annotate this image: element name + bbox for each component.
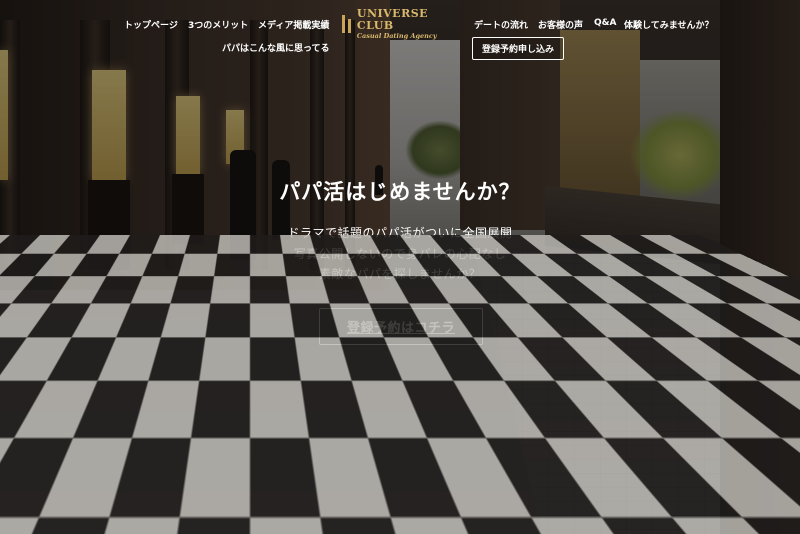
nav-link-top[interactable]: トップページ: [124, 18, 178, 31]
hero-headline: パパ活はじめませんか？: [279, 180, 521, 204]
nav-link-date-flow[interactable]: デートの流れ: [474, 18, 528, 31]
hero-line-2: 写真公開しないので身バレの心配なし: [293, 247, 507, 261]
logo-subtitle: Casual Dating Agency: [356, 31, 437, 40]
hero-line-3: 素敵なパパを探しませんか？: [318, 267, 482, 281]
nav-link-papa-thoughts[interactable]: パパはこんな風に思ってる: [222, 41, 330, 54]
nav-link-qa[interactable]: Q&A: [594, 18, 616, 28]
top-navigation: トップページ 3つのメリット メディア掲載実績 パパはこんな風に思ってる UNI…: [0, 0, 800, 70]
site-logo[interactable]: UNIVERSE CLUB Casual Dating Agency: [340, 6, 460, 40]
nav-link-testimonials[interactable]: お客様の声: [538, 18, 583, 31]
register-cta-button[interactable]: 登録予約はコチラ: [319, 308, 483, 345]
reserve-button[interactable]: 登録予約申し込み: [472, 37, 564, 60]
nav-link-media[interactable]: メディア掲載実績: [258, 18, 329, 31]
logo-title: UNIVERSE CLUB: [356, 6, 429, 32]
nav-link-trial[interactable]: 体験してみませんか？: [624, 18, 713, 31]
nav-link-merits[interactable]: 3つのメリット: [188, 18, 248, 31]
hero-line-1: ドラマで話題のパパ活がついに全国展開: [287, 226, 513, 240]
logo-mark-icon: [340, 13, 353, 35]
